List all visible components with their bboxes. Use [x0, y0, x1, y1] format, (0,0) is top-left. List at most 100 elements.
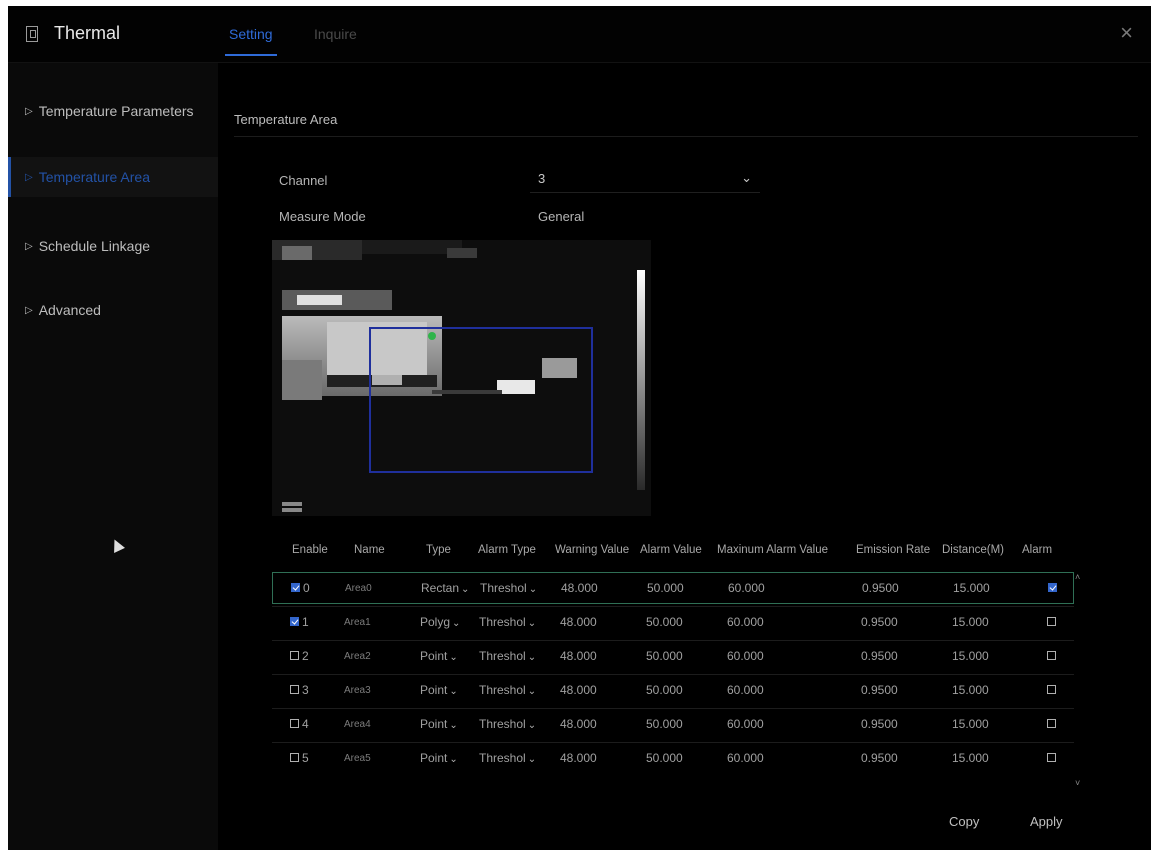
distance-input[interactable]: 15.000: [952, 683, 989, 697]
alarm-type-select[interactable]: Threshol ⌄: [480, 581, 537, 595]
type-select[interactable]: Point ⌄: [420, 751, 458, 765]
scroll-up-icon[interactable]: ˄: [1075, 572, 1080, 582]
type-select[interactable]: Point ⌄: [420, 717, 458, 731]
enable-checkbox[interactable]: [290, 719, 299, 728]
emission-rate-input[interactable]: 0.9500: [861, 717, 898, 731]
distance-input[interactable]: 15.000: [952, 751, 989, 765]
area-name[interactable]: Area2: [344, 651, 371, 662]
channel-select[interactable]: 3 ⌄: [530, 166, 760, 193]
emission-rate-input[interactable]: 0.9500: [861, 683, 898, 697]
warning-value-input[interactable]: 48.000: [560, 751, 597, 765]
chevron-down-icon: ⌄: [461, 584, 470, 595]
column-header: Alarm Value: [640, 544, 702, 556]
alarm-value-input[interactable]: 50.000: [646, 649, 683, 663]
max-alarm-value-input[interactable]: 60.000: [727, 683, 764, 697]
apply-button[interactable]: Apply: [1030, 814, 1063, 829]
area-name[interactable]: Area0: [345, 583, 372, 594]
alarm-value-input[interactable]: 50.000: [647, 581, 684, 595]
type-select[interactable]: Point ⌄: [420, 649, 458, 663]
close-icon[interactable]: ×: [1120, 20, 1133, 46]
chevron-down-icon: ⌄: [527, 652, 537, 663]
mouse-cursor-icon: [109, 537, 125, 553]
column-header: Enable: [292, 544, 328, 556]
alarm-checkbox[interactable]: [1047, 719, 1056, 728]
scroll-down-icon[interactable]: ˅: [1075, 778, 1080, 788]
enable-checkbox[interactable]: [290, 651, 299, 660]
table-scrollbar[interactable]: ˄ ˅: [1075, 572, 1081, 788]
alarm-value-input[interactable]: 50.000: [646, 717, 683, 731]
alarm-checkbox[interactable]: [1047, 753, 1056, 762]
chevron-down-icon: ⌄: [449, 720, 458, 731]
alarm-type-select[interactable]: Threshol ⌄: [479, 649, 536, 663]
alarm-value-input[interactable]: 50.000: [646, 751, 683, 765]
table-row[interactable]: 3 Area3 Point ⌄ Threshol ⌄ 48.000 50.000 60.000 0…: [272, 674, 1074, 707]
sidebar-item-temperature-area[interactable]: ▷ Temperature Area: [8, 157, 218, 197]
emission-rate-input[interactable]: 0.9500: [861, 615, 898, 629]
area-name[interactable]: Area3: [344, 685, 371, 696]
table-row[interactable]: 1 Area1 Polyg ⌄ Threshol ⌄ 48.000 50.000 60.000 0…: [272, 606, 1074, 639]
alarm-type-select[interactable]: Threshol ⌄: [479, 717, 536, 731]
table-row[interactable]: 0 Area0 Rectan ⌄ Threshol ⌄ 48.000 50.000 60.000…: [272, 572, 1074, 604]
enable-checkbox[interactable]: [290, 753, 299, 762]
area-name[interactable]: Area5: [344, 753, 371, 764]
alarm-checkbox[interactable]: [1048, 583, 1057, 592]
max-alarm-value-input[interactable]: 60.000: [727, 751, 764, 765]
sidebar-item-temperature-parameters[interactable]: ▷ Temperature Parameters: [8, 91, 218, 131]
enable-checkbox[interactable]: [290, 617, 299, 626]
copy-button[interactable]: Copy: [949, 814, 979, 829]
area-name[interactable]: Area4: [344, 719, 371, 730]
sidebar-item-schedule-linkage[interactable]: ▷ Schedule Linkage: [8, 226, 218, 266]
column-header: Name: [354, 544, 385, 556]
type-select[interactable]: Point ⌄: [420, 683, 458, 697]
max-alarm-value-input[interactable]: 60.000: [727, 615, 764, 629]
alarm-type-select[interactable]: Threshol ⌄: [479, 683, 536, 697]
enable-checkbox[interactable]: [291, 583, 300, 592]
sidebar: ▷ Temperature Parameters ▷ Temperature A…: [8, 63, 218, 850]
column-header: Distance(M): [942, 544, 1004, 556]
type-select[interactable]: Rectan ⌄: [421, 581, 469, 595]
warning-value-input[interactable]: 48.000: [560, 615, 597, 629]
alarm-value-input[interactable]: 50.000: [646, 683, 683, 697]
warning-value-input[interactable]: 48.000: [561, 581, 598, 595]
chevron-down-icon: ⌄: [527, 720, 537, 731]
max-alarm-value-input[interactable]: 60.000: [727, 649, 764, 663]
type-select[interactable]: Polyg ⌄: [420, 615, 460, 629]
tab-inquire[interactable]: Inquire: [314, 26, 357, 42]
distance-input[interactable]: 15.000: [953, 581, 990, 595]
distance-input[interactable]: 15.000: [952, 615, 989, 629]
emission-rate-input[interactable]: 0.9500: [861, 649, 898, 663]
triangle-right-icon: ▷: [25, 240, 33, 252]
type-value: Rectan: [421, 581, 460, 595]
emission-rate-input[interactable]: 0.9500: [861, 751, 898, 765]
alarm-type-select[interactable]: Threshol ⌄: [479, 751, 536, 765]
alarm-type-select[interactable]: Threshol ⌄: [479, 615, 536, 629]
alarm-value-input[interactable]: 50.000: [646, 615, 683, 629]
tab-setting[interactable]: Setting: [229, 26, 273, 42]
distance-input[interactable]: 15.000: [952, 717, 989, 731]
alarm-checkbox[interactable]: [1047, 617, 1056, 626]
thermal-preview[interactable]: [272, 240, 651, 516]
table-header: Enable Name Type Alarm Type Warning Valu…: [272, 536, 1074, 564]
sidebar-item-label: Temperature Area: [38, 169, 150, 185]
table-row[interactable]: 2 Area2 Point ⌄ Threshol ⌄ 48.000 50.000 60.000 0…: [272, 640, 1074, 673]
alarm-checkbox[interactable]: [1047, 651, 1056, 660]
warning-value-input[interactable]: 48.000: [560, 683, 597, 697]
table-row[interactable]: 5 Area5 Point ⌄ Threshol ⌄ 48.000 50.000 60.000 0…: [272, 742, 1074, 775]
section-title: Temperature Area: [234, 112, 338, 127]
measure-mode-label: Measure Mode: [279, 209, 366, 224]
active-tab-indicator: [225, 54, 277, 56]
row-index: 5: [302, 751, 309, 765]
measure-mode-value: General: [538, 209, 585, 224]
area-name[interactable]: Area1: [344, 617, 371, 628]
emission-rate-input[interactable]: 0.9500: [862, 581, 899, 595]
max-alarm-value-input[interactable]: 60.000: [727, 717, 764, 731]
sidebar-item-advanced[interactable]: ▷ Advanced: [8, 290, 218, 330]
alarm-type-value: Threshol: [479, 717, 526, 731]
enable-checkbox[interactable]: [290, 685, 299, 694]
max-alarm-value-input[interactable]: 60.000: [728, 581, 765, 595]
distance-input[interactable]: 15.000: [952, 649, 989, 663]
alarm-checkbox[interactable]: [1047, 685, 1056, 694]
warning-value-input[interactable]: 48.000: [560, 649, 597, 663]
table-row[interactable]: 4 Area4 Point ⌄ Threshol ⌄ 48.000 50.000 60.000 0…: [272, 708, 1074, 741]
warning-value-input[interactable]: 48.000: [560, 717, 597, 731]
